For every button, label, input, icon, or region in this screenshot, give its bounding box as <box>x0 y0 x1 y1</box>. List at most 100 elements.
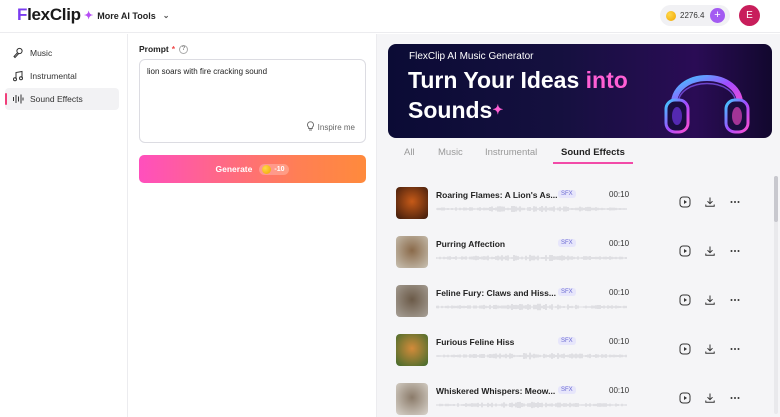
more-options-button[interactable] <box>729 245 741 257</box>
track-duration: 00:10 <box>609 288 630 297</box>
sparkle-icon: ✦ <box>84 10 94 22</box>
track-title: Purring Affection <box>436 239 506 249</box>
track-row[interactable]: Whiskered Whispers: Meow... SFX 00:10 <box>388 380 772 417</box>
prompt-text[interactable]: lion soars with fire cracking sound <box>147 67 267 76</box>
tab-instrumental[interactable]: Instrumental <box>485 147 537 158</box>
play-icon <box>679 196 691 208</box>
sfx-badge: SFX <box>558 190 576 198</box>
sidebar-item-music[interactable]: Music <box>5 42 119 64</box>
more-ai-tools-label: More AI Tools <box>97 10 156 21</box>
banner-title: Turn Your Ideas into Sounds✦ <box>408 67 628 123</box>
more-options-button[interactable] <box>729 343 741 355</box>
add-credits-button[interactable]: + <box>710 8 725 23</box>
track-row[interactable]: Feline Fury: Claws and Hiss... SFX 00:10 <box>388 282 772 322</box>
tab-all[interactable]: All <box>404 147 415 158</box>
microphone-icon <box>12 47 24 59</box>
download-icon <box>705 295 715 305</box>
sidebar-item-label: Instrumental <box>30 71 77 81</box>
play-icon <box>679 245 691 257</box>
play-icon <box>679 343 691 355</box>
prompt-input[interactable]: lion soars with fire cracking sound Insp… <box>139 59 366 143</box>
sfx-badge: SFX <box>558 239 576 247</box>
waveform[interactable] <box>436 352 628 360</box>
more-options-icon <box>730 250 740 252</box>
flexclip-logo[interactable]: FlexClip <box>17 5 81 25</box>
more-options-icon <box>730 348 740 350</box>
sfx-badge: SFX <box>558 288 576 296</box>
track-title: Whiskered Whispers: Meow... <box>436 386 556 396</box>
track-thumbnail[interactable] <box>396 285 428 317</box>
user-avatar[interactable]: E <box>739 5 760 26</box>
more-options-icon <box>730 201 740 203</box>
play-button[interactable] <box>679 392 691 404</box>
banner-subtitle: FlexClip AI Music Generator <box>409 51 534 62</box>
track-duration: 00:10 <box>609 239 630 248</box>
scrollbar-thumb[interactable] <box>774 176 778 222</box>
headphones-icon <box>664 75 750 134</box>
more-options-button[interactable] <box>729 294 741 306</box>
download-button[interactable] <box>704 196 716 208</box>
sidebar: Music Instrumental Sound Effects <box>0 34 128 417</box>
credit-cost-badge: -10 <box>259 163 290 175</box>
play-icon <box>679 294 691 306</box>
tab-music[interactable]: Music <box>438 147 463 158</box>
track-thumbnail[interactable] <box>396 383 428 415</box>
waveform[interactable] <box>436 254 628 262</box>
track-row[interactable]: Roaring Flames: A Lion's As... SFX 00:10 <box>388 184 772 224</box>
track-title: Roaring Flames: A Lion's As... <box>436 190 558 200</box>
coin-icon <box>262 164 272 174</box>
download-button[interactable] <box>704 392 716 404</box>
results-panel: FlexClip AI Music Generator Turn Your Id… <box>376 34 780 417</box>
sparkle-icon: ✦ <box>492 102 504 117</box>
inspire-me-button[interactable]: Inspire me <box>306 121 355 133</box>
waveform[interactable] <box>436 303 628 311</box>
download-button[interactable] <box>704 245 716 257</box>
waveform[interactable] <box>436 205 628 213</box>
track-thumbnail[interactable] <box>396 334 428 366</box>
help-icon[interactable]: ? <box>179 44 189 54</box>
music-note-icon <box>12 70 24 82</box>
sfx-badge: SFX <box>558 386 576 394</box>
credits-value: 2276.4 <box>680 11 705 20</box>
play-button[interactable] <box>679 343 691 355</box>
prompt-label: Prompt * ? <box>139 44 189 54</box>
track-duration: 00:10 <box>609 337 630 346</box>
more-ai-tools-menu[interactable]: ✦ More AI Tools ⌄ <box>84 9 169 22</box>
more-options-button[interactable] <box>729 196 741 208</box>
lightbulb-icon <box>306 121 315 133</box>
play-button[interactable] <box>679 294 691 306</box>
waveform[interactable] <box>436 401 628 409</box>
download-icon <box>705 246 715 256</box>
sidebar-item-instrumental[interactable]: Instrumental <box>5 65 119 87</box>
tab-sound-effects[interactable]: Sound Effects <box>553 147 633 164</box>
play-button[interactable] <box>679 245 691 257</box>
sidebar-item-label: Sound Effects <box>30 94 83 104</box>
track-thumbnail[interactable] <box>396 236 428 268</box>
track-title: Feline Fury: Claws and Hiss... <box>436 288 556 298</box>
download-button[interactable] <box>704 343 716 355</box>
top-bar: FlexClip ✦ More AI Tools ⌄ 2276.4 + E <box>0 0 780 33</box>
soundwave-icon <box>12 93 24 105</box>
promo-banner: FlexClip AI Music Generator Turn Your Id… <box>388 44 772 138</box>
more-options-button[interactable] <box>729 392 741 404</box>
track-thumbnail[interactable] <box>396 187 428 219</box>
track-duration: 00:10 <box>609 190 630 199</box>
coin-icon <box>666 10 676 21</box>
play-button[interactable] <box>679 196 691 208</box>
download-button[interactable] <box>704 294 716 306</box>
generate-button[interactable]: Generate -10 <box>139 155 366 183</box>
track-row[interactable]: Purring Affection SFX 00:10 <box>388 233 772 273</box>
chevron-down-icon: ⌄ <box>162 11 170 20</box>
track-row[interactable]: Furious Feline Hiss SFX 00:10 <box>388 331 772 371</box>
sidebar-item-sound-effects[interactable]: Sound Effects <box>5 88 119 110</box>
more-options-icon <box>730 397 740 399</box>
credits-balance[interactable]: 2276.4 + <box>660 5 730 26</box>
category-tabs: All Music Instrumental Sound Effects <box>388 144 772 166</box>
track-title: Furious Feline Hiss <box>436 337 515 347</box>
sfx-badge: SFX <box>558 337 576 345</box>
prompt-panel: Prompt * ? lion soars with fire cracking… <box>128 34 375 417</box>
more-options-icon <box>730 299 740 301</box>
play-icon <box>679 392 691 404</box>
download-icon <box>705 197 715 207</box>
required-mark: * <box>171 44 176 54</box>
